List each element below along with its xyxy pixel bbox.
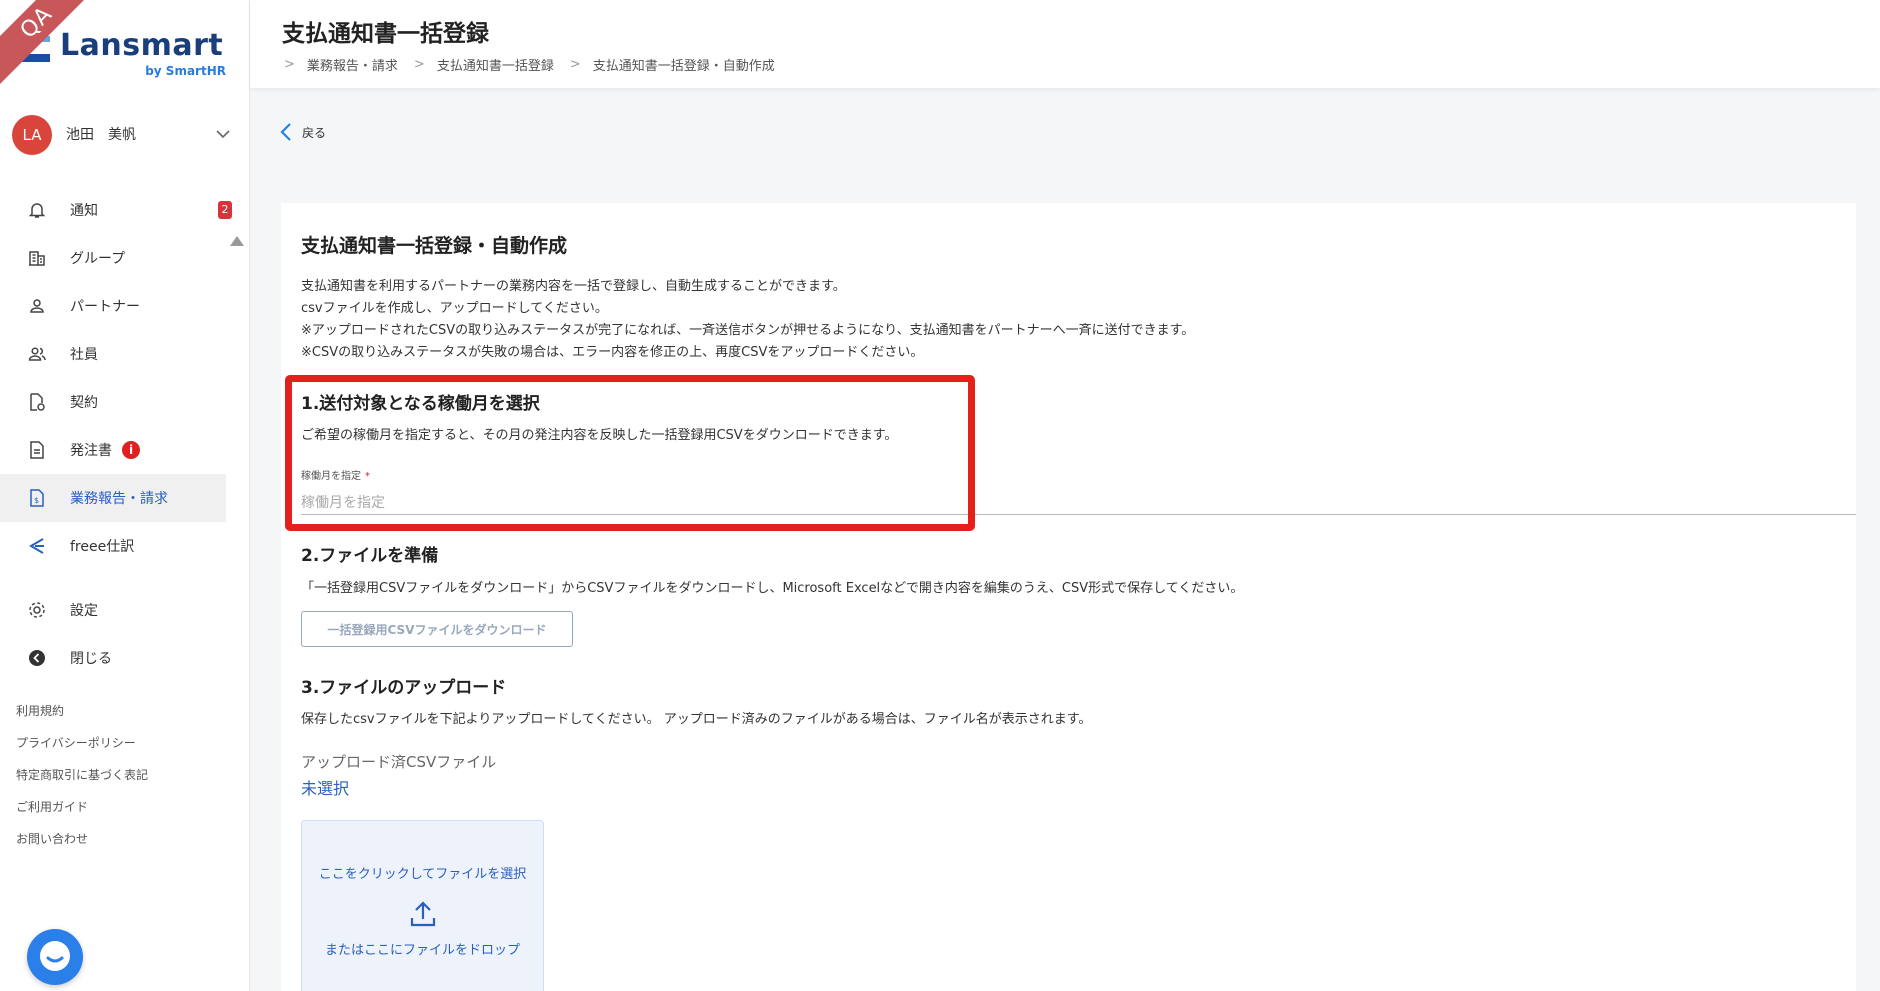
sidebar-item-notifications[interactable]: 通知 2 bbox=[0, 186, 232, 234]
invoice-document-icon: $ bbox=[26, 487, 48, 509]
sidebar-item-reports-billing[interactable]: $ 業務報告・請求 bbox=[0, 474, 226, 522]
sidebar-item-freee[interactable]: freee仕訳 bbox=[0, 522, 226, 570]
breadcrumb-item[interactable]: 業務報告・請求 bbox=[307, 55, 398, 74]
contact-link[interactable]: お問い合わせ bbox=[16, 830, 148, 862]
sidebar-item-contracts[interactable]: 契約 bbox=[0, 378, 226, 426]
description-line: ※CSVの取り込みステータスが失敗の場合は、エラー内容を修正の上、再度CSVをア… bbox=[301, 345, 924, 360]
sidebar-item-label: パートナー bbox=[70, 299, 140, 315]
bell-icon bbox=[26, 199, 48, 221]
chat-bubble-icon bbox=[40, 941, 70, 971]
gear-icon bbox=[26, 599, 48, 621]
svg-text:$: $ bbox=[34, 496, 39, 505]
download-csv-button[interactable]: 一括登録用CSVファイルをダウンロード bbox=[301, 611, 573, 647]
user-guide-link[interactable]: ご利用ガイド bbox=[16, 798, 148, 830]
breadcrumb-item-current: 支払通知書一括登録・自動作成 bbox=[592, 59, 775, 74]
uploaded-file-label: アップロード済CSVファイル bbox=[301, 753, 497, 771]
sidebar-item-label: グループ bbox=[70, 251, 126, 267]
page-title: 支払通知書一括登録 bbox=[282, 21, 489, 47]
bulk-registration-card: 支払通知書一括登録・自動作成 支払通知書を利用するパートナーの業務内容を一括で登… bbox=[281, 203, 1856, 991]
upload-icon bbox=[410, 901, 436, 927]
sidebar-item-label: 閉じる bbox=[70, 651, 112, 667]
brand-name: Lansmart bbox=[60, 28, 224, 63]
chevron-down-icon bbox=[216, 130, 230, 139]
person-icon bbox=[26, 295, 48, 317]
page-header: 支払通知書一括登録 > 業務報告・請求 > 支払通知書一括登録 > 支払通知書一… bbox=[250, 0, 1880, 88]
section3-title: 3.ファイルのアップロード bbox=[301, 678, 507, 698]
back-label: 戻る bbox=[302, 125, 327, 140]
sidebar-item-label: 通知 bbox=[70, 203, 98, 219]
sidebar-item-label: 業務報告・請求 bbox=[70, 491, 168, 507]
sidebar-item-label: 設定 bbox=[70, 603, 98, 619]
sidebar-item-purchase-orders[interactable]: 発注書 i bbox=[0, 426, 226, 474]
section2-title: 2.ファイルを準備 bbox=[301, 546, 439, 566]
scroll-up-arrow-icon[interactable] bbox=[230, 236, 244, 246]
drop-zone-click-text: ここをクリックしてファイルを選択 bbox=[318, 867, 527, 882]
back-link[interactable]: 戻る bbox=[280, 122, 326, 142]
section1-highlight-box bbox=[285, 375, 975, 531]
breadcrumb-separator-icon: > bbox=[413, 57, 425, 72]
sidebar-item-label: freee仕訳 bbox=[70, 539, 135, 555]
document-icon bbox=[26, 439, 48, 461]
freee-arrow-icon bbox=[26, 535, 48, 557]
card-title: 支払通知書一括登録・自動作成 bbox=[301, 235, 568, 257]
sidebar-nav: 通知 2 グループ パートナー 社員 契約 発注書 i $ 業務報告・請求 fr… bbox=[0, 186, 232, 682]
breadcrumb-separator-icon: > bbox=[284, 57, 295, 72]
user-menu[interactable]: LA 池田 美帆 bbox=[12, 115, 232, 155]
sidebar-item-close[interactable]: 閉じる bbox=[0, 634, 226, 682]
chevron-left-icon bbox=[280, 123, 291, 141]
building-icon bbox=[26, 247, 48, 269]
sidebar-item-label: 社員 bbox=[70, 347, 98, 363]
sidebar: QA Lansmart by SmartHR LA 池田 美帆 通知 2 グルー… bbox=[0, 0, 250, 991]
user-name: 池田 美帆 bbox=[66, 127, 136, 143]
description-line: ※アップロードされたCSVの取り込みステータスが完了になれば、一斉送信ボタンが押… bbox=[301, 323, 1195, 338]
description-line: 支払通知書を利用するパートナーの業務内容を一括で登録し、自動生成することができま… bbox=[301, 279, 846, 294]
sidebar-item-label: 契約 bbox=[70, 395, 98, 411]
description-line: csvファイルを作成し、アップロードしてください。 bbox=[301, 301, 608, 316]
footer-links: 利用規約 プライバシーポリシー 特定商取引に基づく表記 ご利用ガイド お問い合わ… bbox=[16, 702, 148, 862]
breadcrumb-item[interactable]: 支払通知書一括登録 bbox=[437, 55, 554, 74]
section3-description: 保存したcsvファイルを下記よりアップロードしてください。 アップロード済みのフ… bbox=[301, 712, 1092, 727]
uploaded-file-value: 未選択 bbox=[301, 779, 350, 798]
file-drop-zone[interactable]: ここをクリックしてファイルを選択 またはここにファイルをドロップ bbox=[301, 820, 544, 991]
breadcrumb-separator-icon: > bbox=[569, 57, 581, 72]
privacy-policy-link[interactable]: プライバシーポリシー bbox=[16, 734, 148, 766]
breadcrumb: > 業務報告・請求 > 支払通知書一括登録 > 支払通知書一括登録・自動作成 bbox=[284, 55, 791, 74]
brand-sub: by SmartHR bbox=[145, 64, 226, 78]
card-description: 支払通知書を利用するパートナーの業務内容を一括で登録し、自動生成することができま… bbox=[301, 276, 1194, 364]
sidebar-item-settings[interactable]: 設定 bbox=[0, 586, 226, 634]
notification-count-badge: 2 bbox=[218, 201, 232, 219]
chat-button[interactable] bbox=[27, 929, 83, 985]
sidebar-item-label: 発注書 bbox=[70, 443, 112, 459]
section2-description: 「一括登録用CSVファイルをダウンロード」からCSVファイルをダウンロードし、M… bbox=[301, 581, 1244, 596]
info-alert-icon: i bbox=[122, 441, 140, 459]
sidebar-item-employees[interactable]: 社員 bbox=[0, 330, 226, 378]
sidebar-item-groups[interactable]: グループ bbox=[0, 234, 226, 282]
sidebar-item-partners[interactable]: パートナー bbox=[0, 282, 226, 330]
avatar: LA bbox=[12, 115, 52, 155]
contract-document-icon bbox=[26, 391, 48, 413]
brand-logo[interactable]: Lansmart by SmartHR bbox=[20, 28, 230, 82]
drop-zone-drop-text: またはここにファイルをドロップ bbox=[324, 943, 520, 958]
collapse-left-icon bbox=[26, 647, 48, 669]
people-icon bbox=[26, 343, 48, 365]
commercial-transactions-link[interactable]: 特定商取引に基づく表記 bbox=[16, 766, 148, 798]
terms-link[interactable]: 利用規約 bbox=[16, 702, 148, 734]
